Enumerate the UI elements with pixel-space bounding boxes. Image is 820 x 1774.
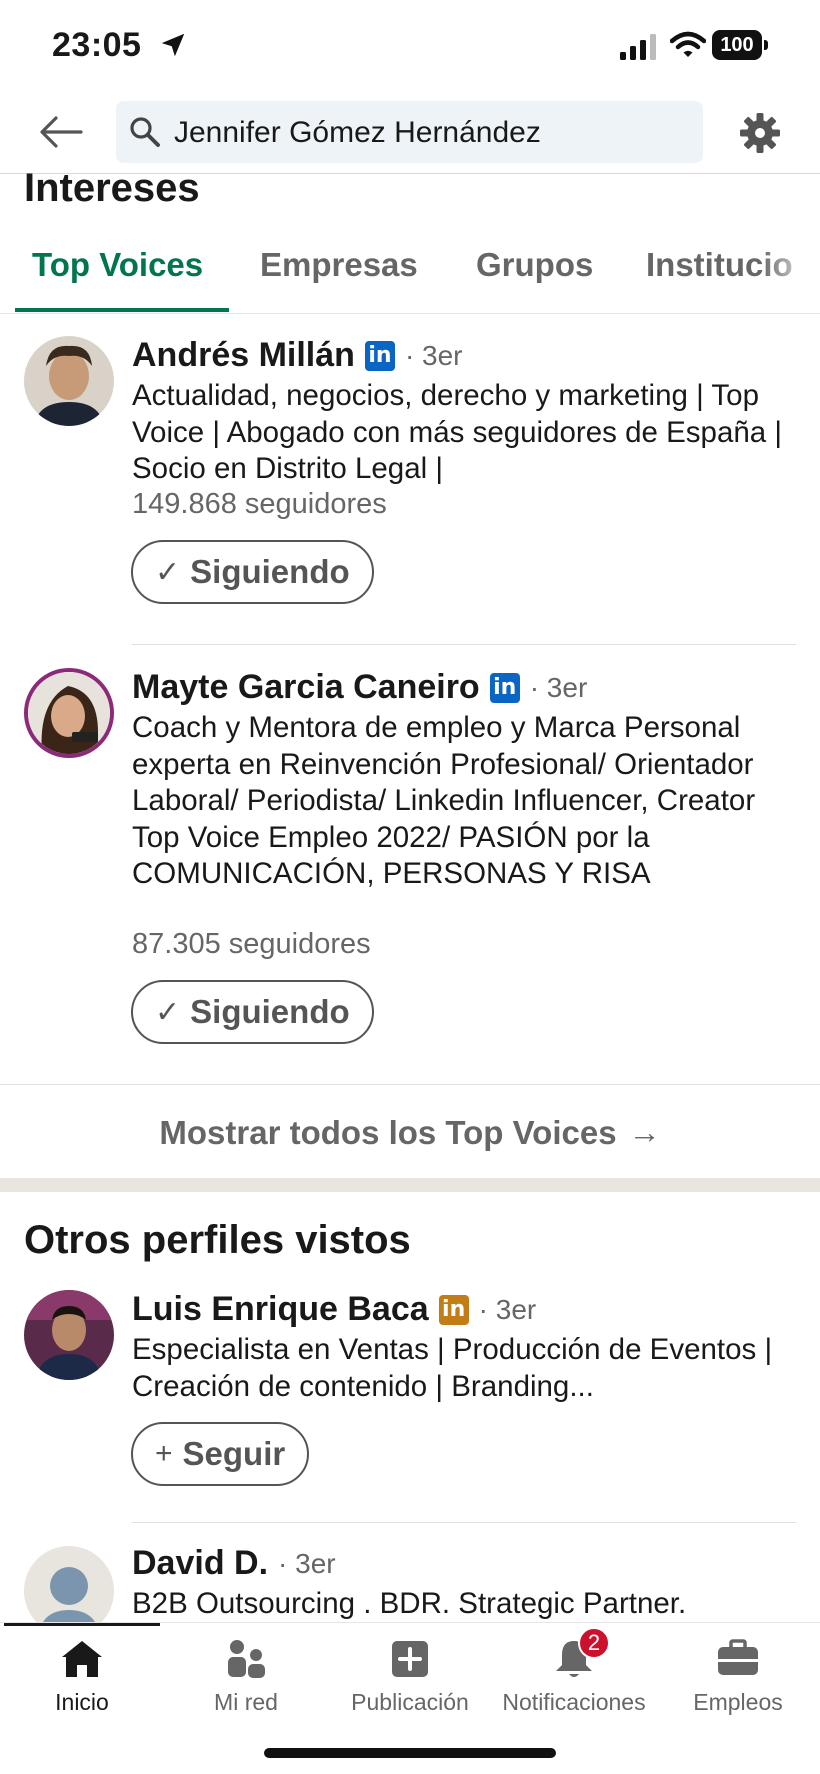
person-headline: Especialista en Ventas | Producción de E… [132,1333,773,1403]
person-headline: Coach y Mentora de empleo y Marca Person… [132,711,756,890]
avatar[interactable] [24,668,114,758]
follower-count: 87.305 seguidores [132,928,371,960]
briefcase-icon [718,1639,758,1675]
back-button[interactable] [36,110,86,154]
battery-level: 100 [712,30,762,60]
following-button-label: Siguiendo [190,993,350,1030]
connection-degree: · 3er [278,1547,336,1579]
person-headline: Actualidad, negocios, derecho y marketin… [132,379,783,485]
avatar[interactable] [24,336,114,426]
search-icon [130,117,160,147]
notification-count-badge: 2 [578,1627,610,1659]
following-button[interactable]: ✓ Siguiendo [131,540,374,604]
post-icon [392,1641,428,1677]
nav-label: Publicación [351,1689,469,1715]
status-bar: 23:05 100 [0,0,820,92]
location-arrow-icon [161,33,185,57]
person-name[interactable]: Andrés Millán [132,336,355,375]
nav-empleos[interactable]: Empleos [656,1631,820,1731]
status-time: 23:05 [52,26,142,64]
nav-inicio[interactable]: Inicio [0,1631,164,1731]
linkedin-top-voice-icon: in [489,672,520,703]
nav-mi-red[interactable]: Mi red [164,1631,328,1731]
divider [132,644,796,645]
person-card: David D. · 3er B2B Outsourcing . BDR. St… [0,1540,820,1622]
person-name[interactable]: Mayte Garcia Caneiro [132,668,480,707]
bell-icon-wrapper: 2 [550,1627,610,1683]
search-query: Jennifer Gómez Hernández [174,116,541,149]
person-name[interactable]: Luis Enrique Baca [132,1290,429,1329]
connection-degree: · 3er [478,1293,537,1325]
check-icon: ✓ [155,995,181,1029]
avatar[interactable] [24,1290,114,1380]
person-name-line: David D. · 3er [132,1544,336,1583]
person-name-line: Andrés Millán in · 3er [132,336,463,375]
default-avatar-icon [24,1546,114,1622]
nav-label: Mi red [214,1689,278,1715]
avatar-photo [24,336,114,426]
person-headline: B2B Outsourcing . BDR. Strategic Partner… [132,1587,687,1620]
connection-degree: · 3er [529,671,588,703]
follower-count: 149.868 seguidores [132,488,387,520]
nav-label: Notificaciones [502,1689,646,1715]
tabs-fade [760,236,820,312]
follow-button[interactable]: + Seguir [131,1422,310,1486]
avatar-photo [24,1290,114,1380]
section-separator [0,1178,820,1192]
check-icon: ✓ [155,555,181,589]
person-card: Andrés Millán in · 3er Actualidad, negoc… [0,330,820,640]
divider [132,1522,796,1523]
otros-perfiles-title: Otros perfiles vistos [24,1218,411,1262]
person-name-line: Luis Enrique Baca in · 3er [132,1290,536,1329]
linkedin-top-voice-icon: in [364,340,395,371]
plus-icon: + [155,1437,173,1470]
interests-tabs: Top Voices Empresas Grupos Institucio [0,236,820,314]
person-card: Mayte Garcia Caneiro in · 3er Coach y Me… [0,662,820,1082]
home-icon [62,1641,102,1677]
tab-empresas[interactable]: Empresas [260,246,418,284]
show-all-label: Mostrar todos los Top Voices [159,1113,617,1151]
person-card: Luis Enrique Baca in · 3er Especialista … [0,1288,820,1498]
active-nav-indicator [4,1623,160,1626]
linkedin-premium-icon: in [438,1294,469,1325]
network-icon [228,1640,265,1678]
nav-label: Inicio [55,1689,109,1715]
arrow-right-icon: → [628,1114,661,1150]
show-all-top-voices-link[interactable]: Mostrar todos los Top Voices → [0,1084,820,1180]
avatar-photo [28,672,110,754]
nav-label: Empleos [693,1689,783,1715]
battery-icon: 100 [712,30,768,60]
person-name[interactable]: David D. [132,1544,268,1583]
settings-gear-icon[interactable] [738,111,782,155]
following-button-label: Siguiendo [190,553,350,590]
person-name-line: Mayte Garcia Caneiro in · 3er [132,668,587,707]
back-arrow-icon [40,116,83,148]
tab-top-voices[interactable]: Top Voices [32,246,203,284]
connection-degree: · 3er [404,339,463,371]
search-header: Jennifer Gómez Hernández [0,92,820,174]
follow-button-label: Seguir [182,1435,286,1472]
battery-cap [764,40,768,50]
tab-grupos[interactable]: Grupos [476,246,593,284]
following-button[interactable]: ✓ Siguiendo [131,980,374,1044]
nav-notificaciones[interactable]: 2 Notificaciones [492,1627,656,1731]
search-input[interactable]: Jennifer Gómez Hernández [116,101,703,163]
active-tab-indicator [15,308,229,312]
avatar[interactable] [24,1546,114,1622]
home-indicator[interactable] [264,1748,556,1758]
intereses-title: Intereses [24,166,200,210]
wifi-icon [670,31,706,57]
nav-publicacion[interactable]: Publicación [328,1631,492,1731]
cellular-signal-icon [620,34,656,60]
